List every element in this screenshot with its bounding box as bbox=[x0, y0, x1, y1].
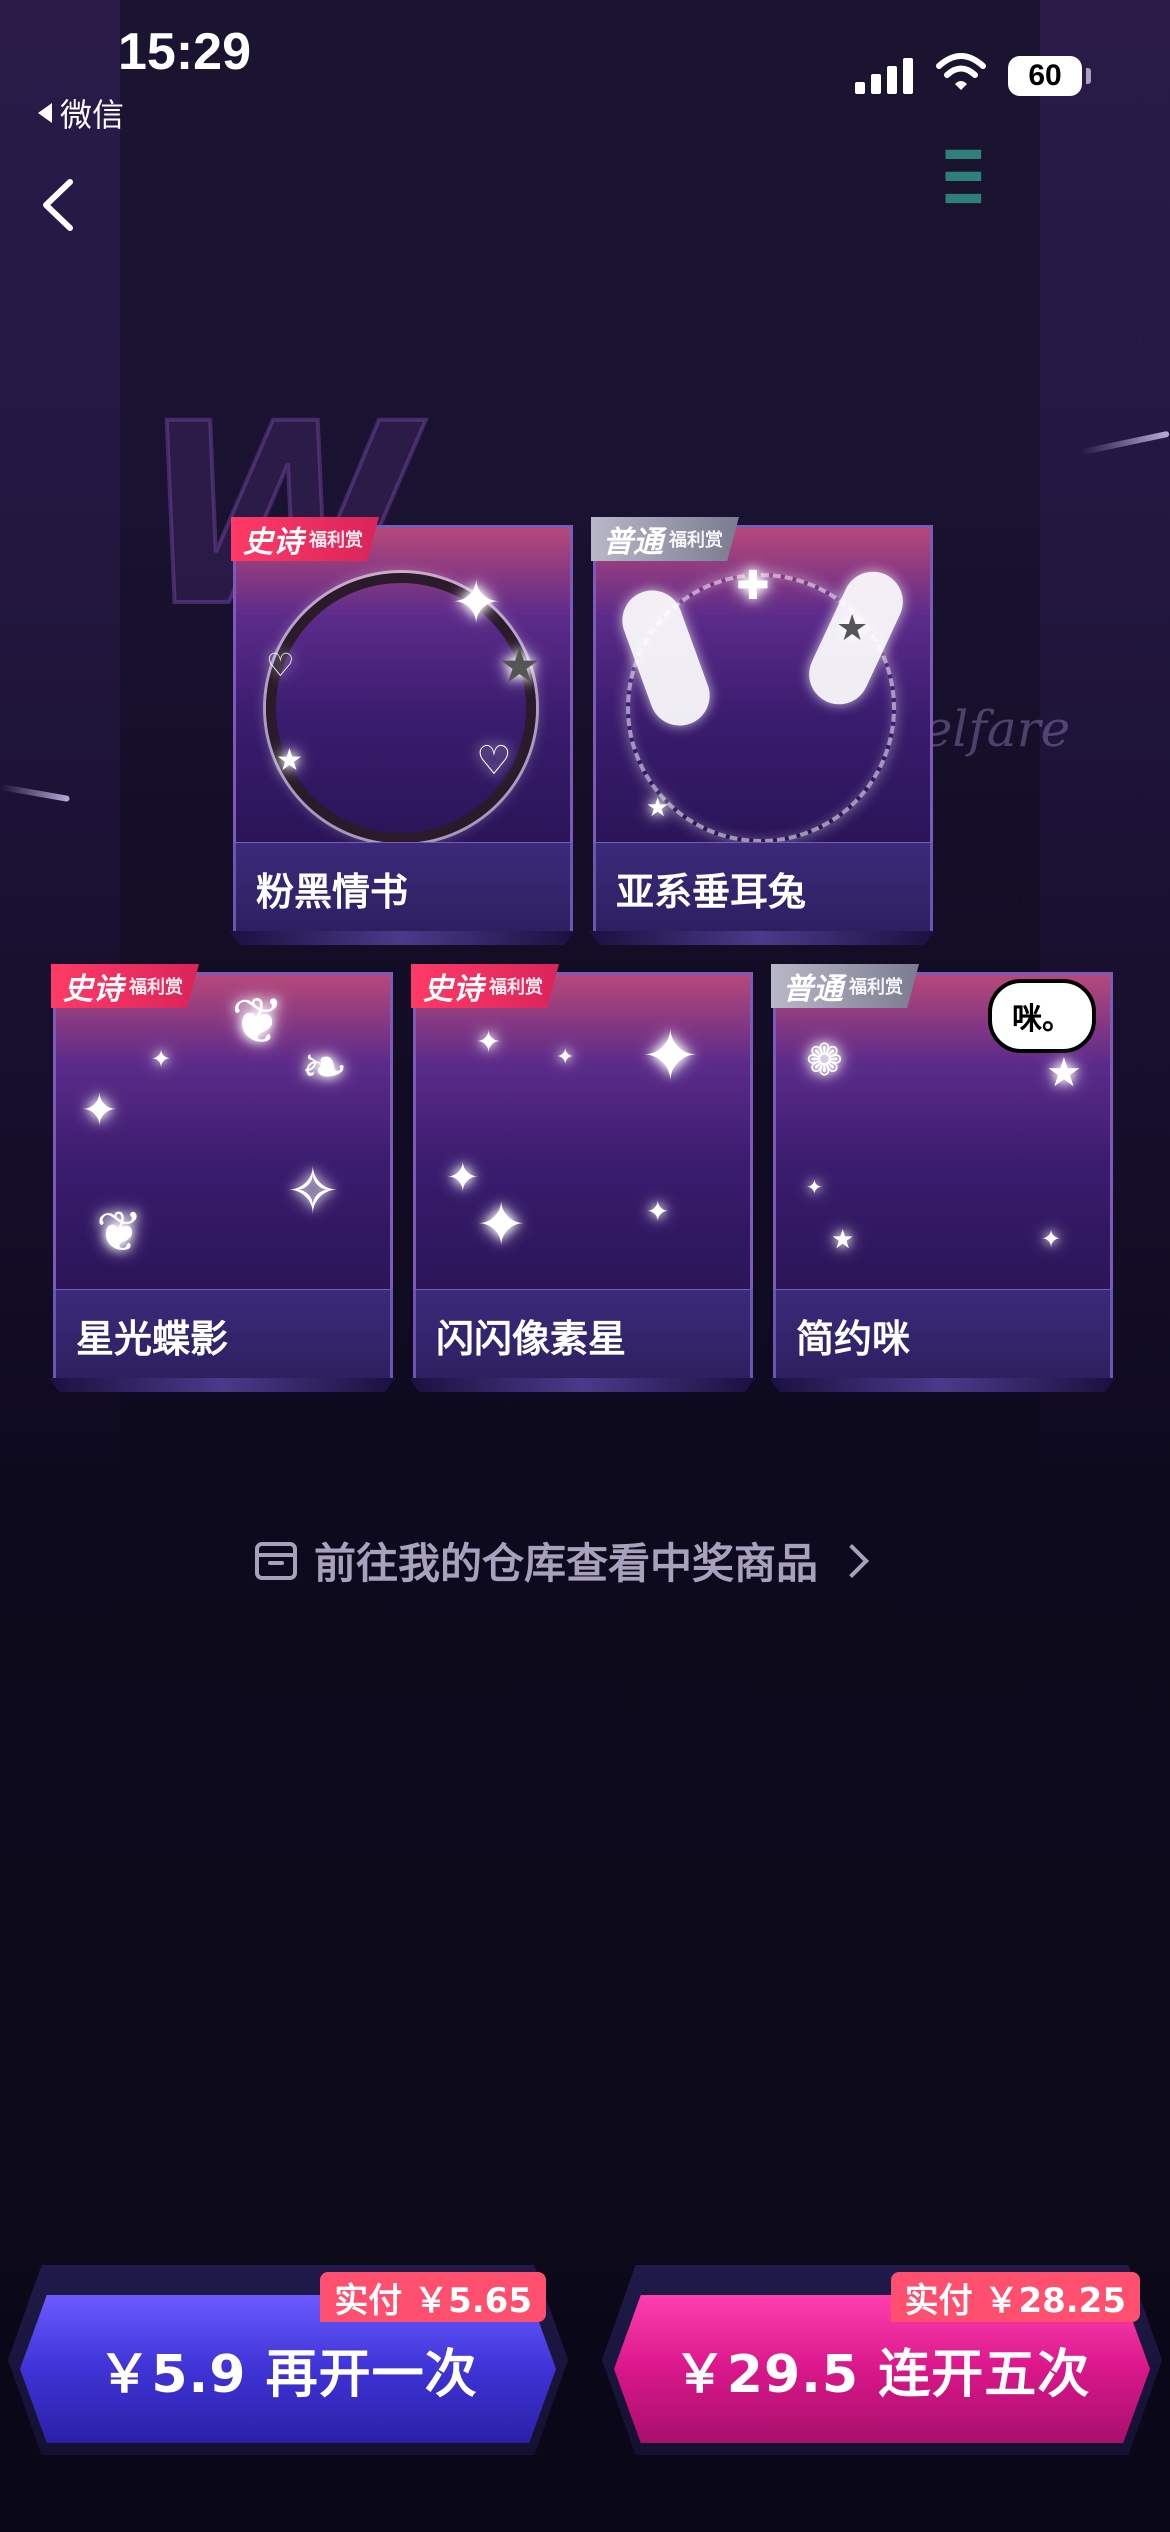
butterfly-icon: ❦ bbox=[231, 985, 285, 1059]
signal-icon bbox=[855, 58, 913, 94]
paw-icon: ❁ bbox=[806, 1035, 843, 1086]
star-icon: ★ bbox=[831, 1225, 855, 1255]
star-icon: ★ bbox=[646, 793, 670, 823]
sparkle-icon: ✦ bbox=[641, 1015, 700, 1097]
battery-level: 60 bbox=[1028, 59, 1062, 92]
open-five-label: ￥29.5 连开五次 bbox=[673, 2344, 1091, 2405]
prize-card[interactable]: ✦ ★ ♡ ♡ ★ 史诗 福利赏 粉黑情书 bbox=[229, 517, 575, 945]
prize-image: 咪。 ❁ ★ ★ ✦ ✦ bbox=[773, 972, 1113, 1292]
card-base bbox=[589, 931, 935, 945]
sparkle-icon: ✦ bbox=[151, 1045, 172, 1073]
star-icon: ★ bbox=[1046, 1050, 1082, 1096]
tier-badge: 普通 福利赏 bbox=[591, 517, 739, 561]
neon-streak-decor bbox=[1080, 430, 1170, 456]
sparkle-icon: ✦ bbox=[81, 1085, 118, 1136]
prize-name: 粉黑情书 bbox=[233, 843, 573, 933]
battery-icon: 60 bbox=[1008, 56, 1082, 96]
prize-image: ✦ ★ ♡ ♡ ★ bbox=[233, 525, 573, 845]
prize-name: 简约咪 bbox=[773, 1290, 1113, 1380]
back-app-label: 微信 bbox=[60, 96, 125, 134]
prize-name: 闪闪像素星 bbox=[413, 1290, 753, 1380]
sparkle-icon: ✦ bbox=[451, 568, 502, 638]
card-base bbox=[49, 1378, 395, 1392]
sparkle-icon: ✦ bbox=[476, 1025, 502, 1060]
prize-name: 星光蝶影 bbox=[53, 1290, 393, 1380]
prize-image: ❦ ❧ ✦ ✧ ❦ ✦ bbox=[53, 972, 393, 1292]
card-base bbox=[229, 931, 575, 945]
sparkle-icon: ✦ bbox=[1041, 1225, 1062, 1253]
tier-badge: 史诗 福利赏 bbox=[51, 964, 199, 1008]
status-time: 15:29 bbox=[118, 23, 251, 81]
sparkle-icon: ✦ bbox=[446, 1155, 480, 1201]
neon-sign-decor: ▌▌▌ bbox=[945, 150, 980, 217]
speech-bubble: 咪。 bbox=[988, 979, 1096, 1053]
butterfly-icon: ❧ bbox=[301, 1035, 348, 1100]
back-triangle-icon bbox=[38, 103, 52, 123]
prize-card[interactable]: 咪。 ❁ ★ ★ ✦ ✦ 普通 福利赏 简约咪 bbox=[769, 964, 1115, 1392]
sparkle-icon: ✦ bbox=[806, 1175, 823, 1199]
neon-streak-decor bbox=[0, 783, 70, 803]
chevron-right-icon bbox=[835, 1543, 869, 1578]
open-again-button-wrap: ￥5.9 再开一次 实付 ￥5.65 bbox=[8, 2265, 568, 2465]
sparkle-icon: ✦ bbox=[476, 1190, 527, 1260]
sparkle-icon: ✦ bbox=[556, 1045, 575, 1070]
prize-card[interactable]: ❦ ❧ ✦ ✧ ❦ ✦ 史诗 福利赏 星光蝶影 bbox=[49, 964, 395, 1392]
prize-card[interactable]: ✚ ★ ★ 普通 福利赏 亚系垂耳兔 bbox=[589, 517, 935, 945]
card-base bbox=[409, 1378, 755, 1392]
sparkle-icon: ✦ bbox=[646, 1195, 670, 1228]
star-icon: ★ bbox=[836, 608, 869, 649]
warehouse-link-text: 前往我的仓库查看中奖商品 bbox=[314, 1539, 819, 1588]
prize-card[interactable]: ✦ ✦ ✦ ✦ ✦ ✦ 史诗 福利赏 闪闪像素星 bbox=[409, 964, 755, 1392]
actual-pay-badge: 实付 ￥5.65 bbox=[320, 2272, 546, 2322]
box-icon bbox=[255, 1541, 297, 1580]
bone-icon: ✚ bbox=[736, 563, 770, 609]
sparkle-icon: ✧ bbox=[286, 1155, 340, 1229]
back-to-app[interactable]: 微信 bbox=[38, 90, 124, 136]
prize-image: ✚ ★ ★ bbox=[593, 525, 933, 845]
open-five-button-wrap: ￥29.5 连开五次 实付 ￥28.25 bbox=[602, 2265, 1162, 2465]
prize-name: 亚系垂耳兔 bbox=[593, 843, 933, 933]
card-base bbox=[769, 1378, 1115, 1392]
battery-tip bbox=[1086, 68, 1091, 84]
wifi-icon bbox=[936, 53, 986, 90]
heart-icon: ♡ bbox=[476, 738, 512, 784]
heart-icon: ♡ bbox=[266, 646, 295, 684]
tier-badge: 史诗 福利赏 bbox=[411, 964, 559, 1008]
prize-image: ✦ ✦ ✦ ✦ ✦ ✦ bbox=[413, 972, 753, 1292]
star-icon: ★ bbox=[498, 638, 542, 694]
open-again-label: ￥5.9 再开一次 bbox=[98, 2344, 478, 2405]
tier-badge: 普通 福利赏 bbox=[771, 964, 919, 1008]
chevron-left-icon[interactable] bbox=[30, 170, 90, 240]
star-icon: ★ bbox=[276, 743, 303, 778]
warehouse-link[interactable]: 前往我的仓库查看中奖商品 bbox=[254, 1530, 869, 1591]
butterfly-icon: ❦ bbox=[96, 1200, 143, 1265]
actual-pay-badge: 实付 ￥28.25 bbox=[890, 2272, 1140, 2322]
tier-badge: 史诗 福利赏 bbox=[231, 517, 379, 561]
